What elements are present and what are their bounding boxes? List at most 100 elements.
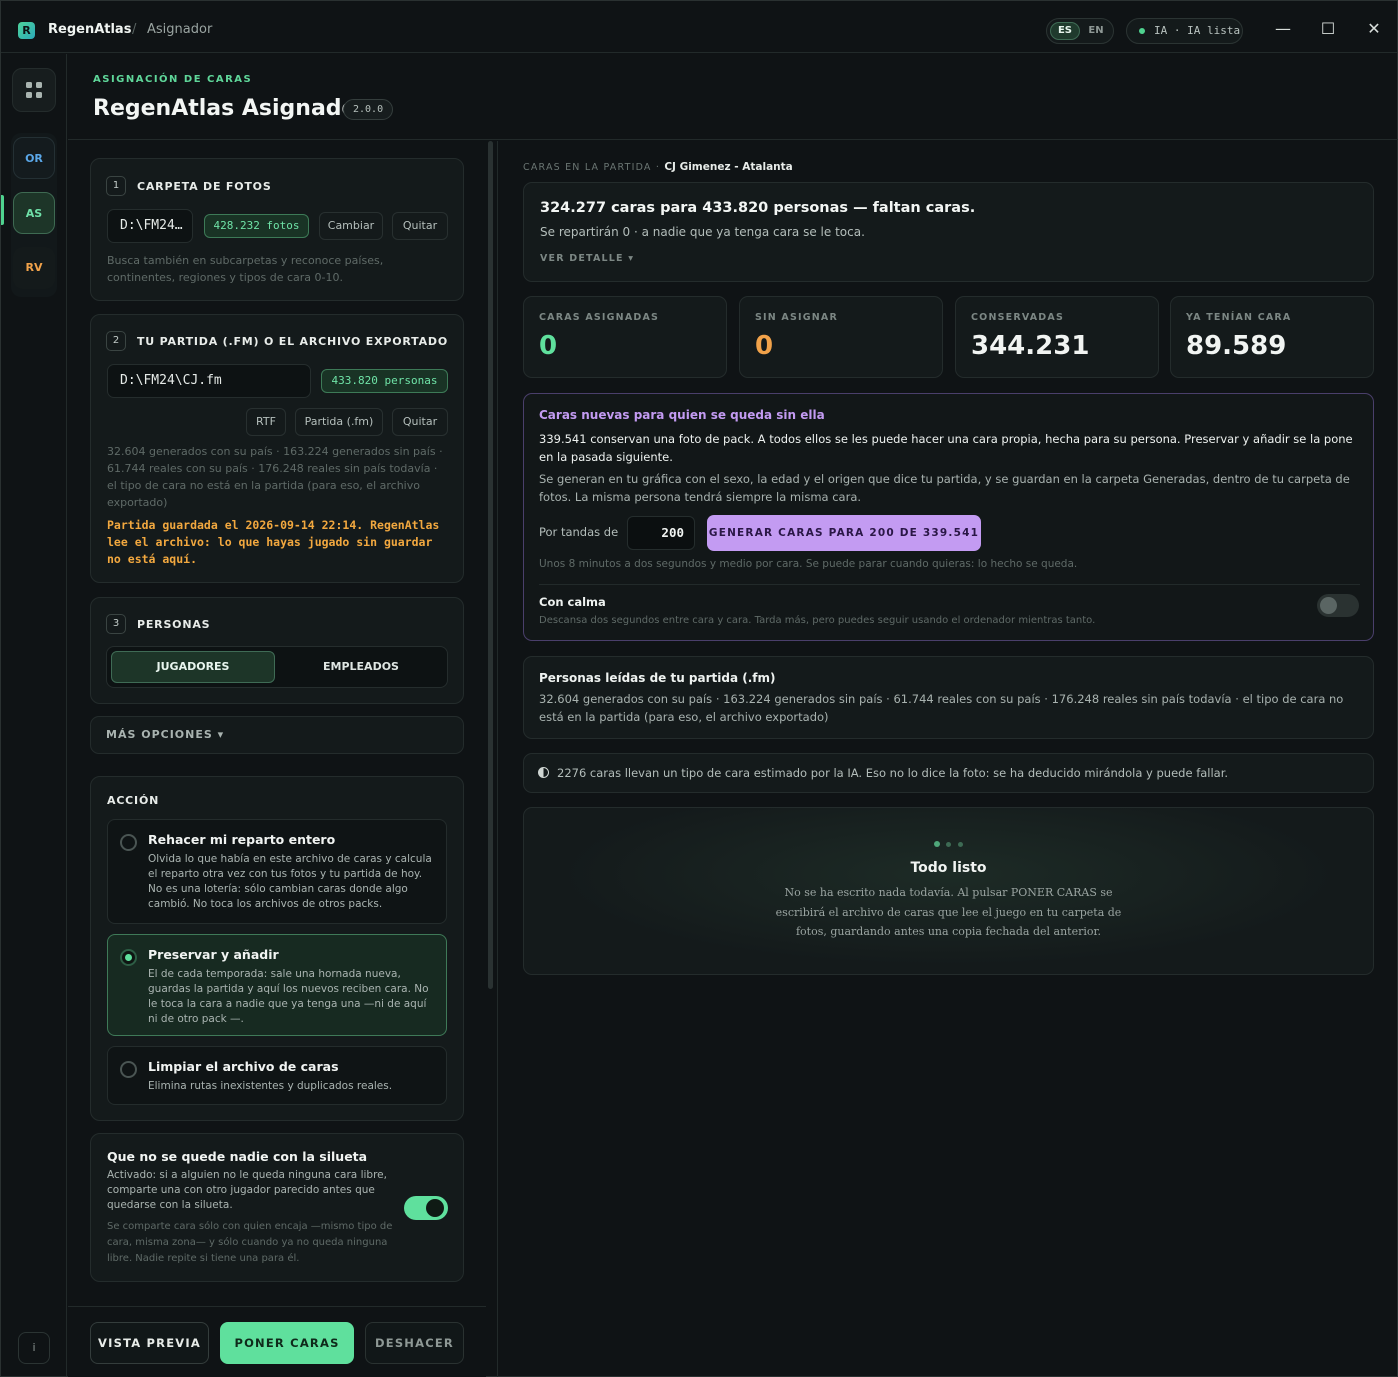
silhouette-title: Que no se quede nadie con la silueta (107, 1149, 368, 1164)
action-option-clean[interactable]: Limpiar el archivo de caras Elimina ruta… (107, 1046, 447, 1105)
option-description: Elimina rutas inexistentes y duplicados … (148, 1080, 393, 1092)
stat-label: CARAS ASIGNADAS (539, 312, 660, 323)
people-read-title: Personas leídas de tu partida (.fm) (539, 671, 776, 685)
option-description: Olvida lo que había en este archivo de c… (148, 853, 432, 910)
rail-module-group: OR AS RV (11, 133, 57, 297)
close-button[interactable]: ✕ (1363, 18, 1385, 40)
ia-status-pill: IA · IA lista (1126, 18, 1243, 44)
save-file-path[interactable]: D:\FM24\CJ.fm (107, 364, 311, 398)
tab-players[interactable]: JUGADORES (111, 651, 275, 683)
action-option-preserve[interactable]: Preservar y añadir El de cada temporada:… (107, 934, 447, 1036)
generate-lead: 339.541 conservan una foto de pack. A to… (539, 432, 1353, 464)
lang-es-button[interactable]: ES (1050, 22, 1080, 40)
step-label: TU PARTIDA (.FM) O EL ARCHIVO EXPORTADO (137, 335, 449, 348)
people-read-card: Personas leídas de tu partida (.fm) 32.6… (523, 656, 1374, 739)
step-label: CARPETA DE FOTOS (137, 180, 272, 193)
step-number: 2 (106, 331, 126, 351)
nav-rail: OR AS RV i (1, 54, 67, 1376)
page-eyebrow: ASIGNACIÓN DE CARAS (93, 74, 253, 85)
detail-link[interactable]: VER DETALLE ▾ (540, 253, 634, 264)
change-folder-button[interactable]: Cambiar (319, 212, 383, 240)
left-panel: 1 CARPETA DE FOTOS D:\FM24… 428.232 foto… (68, 141, 486, 1377)
stat-label: YA TENÍAN CARA (1186, 312, 1292, 323)
preview-button[interactable]: VISTA PREVIA (90, 1322, 209, 1364)
stat-unassigned: SIN ASIGNAR 0 (739, 296, 943, 378)
generate-title: Caras nuevas para quien se queda sin ell… (539, 408, 825, 422)
radio-button[interactable] (120, 834, 137, 851)
save-file-card: 2 TU PARTIDA (.FM) O EL ARCHIVO EXPORTAD… (90, 314, 464, 583)
people-count-badge: 433.820 personas (321, 369, 448, 393)
step-number: 1 (106, 176, 126, 196)
summary-subtitle: Se repartirán 0 · a nadie que ya tenga c… (540, 225, 865, 239)
batch-size-input[interactable]: 200 (627, 516, 695, 550)
silhouette-note: Se comparte cara sólo con quien encaja —… (107, 1221, 393, 1264)
calm-description: Descansa dos segundos entre cara y cara.… (539, 615, 1096, 626)
people-read-description: 32.604 generados con su país · 163.224 g… (539, 692, 1344, 724)
info-icon[interactable]: i (18, 1332, 50, 1364)
page-header: ASIGNACIÓN DE CARAS RegenAtlas Asignador… (68, 54, 1398, 140)
photo-count-badge: 428.232 fotos (204, 214, 309, 238)
action-footer: VISTA PREVIA PONER CARAS DESHACER (68, 1306, 486, 1377)
rtf-button[interactable]: RTF (246, 408, 286, 436)
language-switch: ES EN (1046, 18, 1114, 44)
breadcrumb-separator: / (132, 22, 137, 37)
photo-folder-path[interactable]: D:\FM24… (107, 209, 193, 243)
generate-faces-card: Caras nuevas para quien se queda sin ell… (523, 393, 1374, 641)
action-label: ACCIÓN (107, 794, 160, 807)
option-title: Preservar y añadir (148, 947, 279, 962)
stat-value: 89.589 (1186, 331, 1287, 361)
calm-toggle[interactable] (1317, 594, 1359, 617)
action-card: ACCIÓN Rehacer mi reparto entero Olvida … (90, 776, 464, 1121)
stat-assigned: CARAS ASIGNADAS 0 (523, 296, 727, 378)
rail-item-as[interactable]: AS (13, 192, 55, 234)
rail-item-or[interactable]: OR (13, 137, 55, 179)
more-options-toggle[interactable]: MÁS OPCIONES ▾ (90, 716, 464, 754)
remove-save-button[interactable]: Quitar (392, 408, 448, 436)
radio-button[interactable] (120, 949, 137, 966)
people-card: 3 PERSONAS JUGADORES EMPLEADOS (90, 597, 464, 704)
ai-note-text: 2276 caras llevan un tipo de cara estima… (557, 766, 1229, 780)
ready-card: Todo listo No se ha escrito nada todavía… (523, 807, 1374, 975)
ready-title: Todo listo (910, 860, 987, 876)
right-panel: CARAS EN LA PARTIDA · CJ Gimenez - Atala… (497, 141, 1398, 1377)
stat-label: SIN ASIGNAR (755, 312, 838, 323)
ai-estimate-note: 2276 caras llevan un tipo de cara estima… (523, 753, 1374, 793)
generate-faces-button[interactable]: GENERAR CARAS PARA 200 DE 339.541 (707, 515, 981, 551)
maximize-button[interactable]: ☐ (1317, 18, 1339, 40)
calm-title: Con calma (539, 595, 606, 609)
app-name: RegenAtlas (48, 22, 132, 37)
save-warning: Partida guardada el 2026-09-14 22:14. Re… (107, 518, 440, 566)
ia-status-text: IA · IA lista (1154, 24, 1241, 37)
stat-preserved: CONSERVADAS 344.231 (955, 296, 1159, 378)
stat-value: 0 (755, 331, 774, 361)
rail-item-rv[interactable]: RV (13, 247, 55, 289)
silhouette-card: Que no se quede nadie con la silueta Act… (90, 1133, 464, 1282)
apply-faces-button[interactable]: PONER CARAS (220, 1322, 354, 1364)
remove-folder-button[interactable]: Quitar (392, 212, 448, 240)
save-name: CJ Gimenez - Atalanta (664, 161, 793, 173)
photo-folder-help: Busca también en subcarpetas y reconoce … (107, 254, 384, 284)
app-window: R RegenAtlas / Asignador ES EN IA · IA l… (0, 0, 1398, 1377)
app-logo-icon: R (18, 22, 35, 39)
photo-folder-card: 1 CARPETA DE FOTOS D:\FM24… 428.232 foto… (90, 158, 464, 301)
dots-icon (934, 841, 966, 847)
batch-label: Por tandas de (539, 525, 619, 539)
tab-staff[interactable]: EMPLEADOS (279, 651, 443, 683)
active-rail-indicator (1, 195, 4, 225)
radio-button[interactable] (120, 1061, 137, 1078)
stat-value: 0 (539, 331, 558, 361)
save-file-help: 32.604 generados con su país · 163.224 g… (107, 445, 443, 509)
section-label: CARAS EN LA PARTIDA · (523, 162, 661, 173)
minimize-button[interactable]: — (1272, 18, 1294, 40)
silhouette-toggle[interactable] (404, 1196, 448, 1220)
summary-title: 324.277 caras para 433.820 personas — fa… (540, 200, 976, 216)
apps-grid-icon[interactable] (12, 68, 56, 112)
action-option-rebuild[interactable]: Rehacer mi reparto entero Olvida lo que … (107, 819, 447, 924)
lang-en-button[interactable]: EN (1081, 22, 1111, 40)
step-number: 3 (106, 614, 126, 634)
undo-button[interactable]: DESHACER (365, 1322, 464, 1364)
partida-fm-button[interactable]: Partida (.fm) (295, 408, 383, 436)
half-circle-icon (538, 767, 549, 778)
people-type-switch: JUGADORES EMPLEADOS (106, 646, 448, 688)
left-panel-scrollbar[interactable] (488, 141, 493, 989)
